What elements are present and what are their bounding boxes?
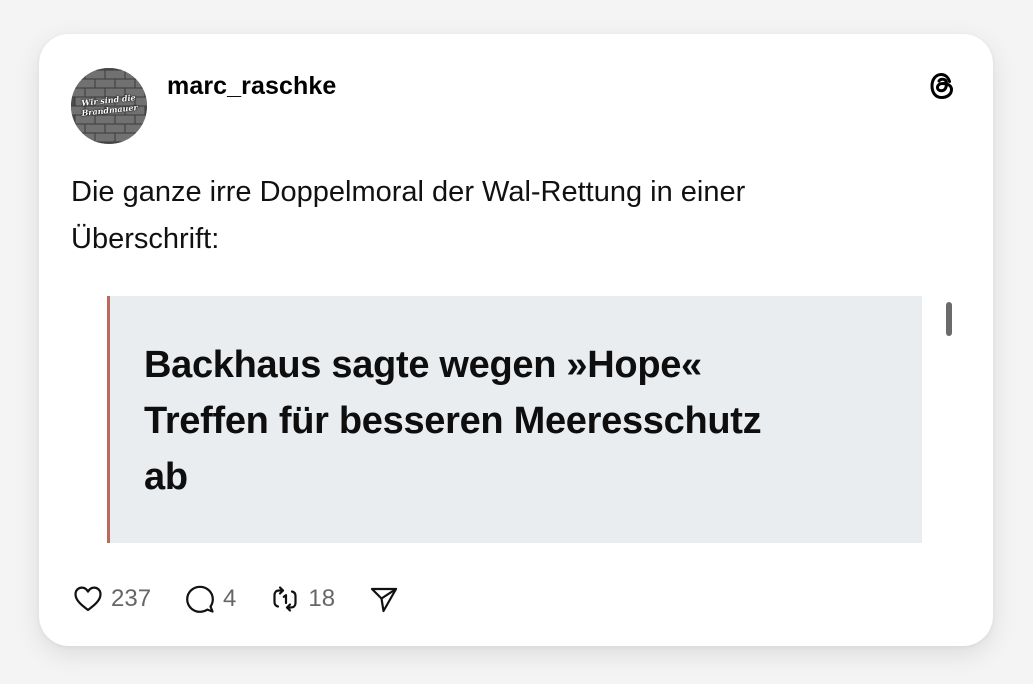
action-bar: 237 4 18 xyxy=(71,581,433,617)
avatar[interactable]: Wir sind die Brandmauer xyxy=(71,68,147,144)
repost-button[interactable]: 18 xyxy=(268,582,335,616)
speech-bubble-icon xyxy=(183,582,217,616)
reply-count: 4 xyxy=(223,585,237,612)
quoted-headline-line3: ab xyxy=(144,456,188,498)
send-icon xyxy=(367,582,401,616)
post-text-line2: Überschrift: xyxy=(71,223,220,255)
threads-icon[interactable] xyxy=(926,70,958,102)
share-button[interactable] xyxy=(367,582,401,616)
repost-icon xyxy=(268,582,302,616)
post-text-line1: Die ganze irre Doppelmoral der Wal-Rettu… xyxy=(71,176,746,208)
quoted-headline-line2: Treffen für besseren Meeresschutz xyxy=(144,400,762,442)
heart-icon xyxy=(71,582,105,616)
repost-count: 18 xyxy=(308,585,336,612)
like-count: 237 xyxy=(111,585,152,612)
username[interactable]: marc_raschke xyxy=(167,72,336,101)
post-text: Die ganze irre Doppelmoral der Wal-Rettu… xyxy=(71,169,891,263)
like-button[interactable]: 237 xyxy=(71,582,151,616)
post-card: Wir sind die Brandmauer marc_raschke Die… xyxy=(39,34,993,646)
quoted-headline: Backhaus sagte wegen »Hope« Treffen für … xyxy=(144,337,874,505)
media-scroll-indicator[interactable] xyxy=(946,302,952,336)
reply-button[interactable]: 4 xyxy=(183,582,236,616)
quoted-headline-line1: Backhaus sagte wegen »Hope« xyxy=(144,344,702,386)
quoted-headline-image[interactable]: Backhaus sagte wegen »Hope« Treffen für … xyxy=(107,296,922,543)
